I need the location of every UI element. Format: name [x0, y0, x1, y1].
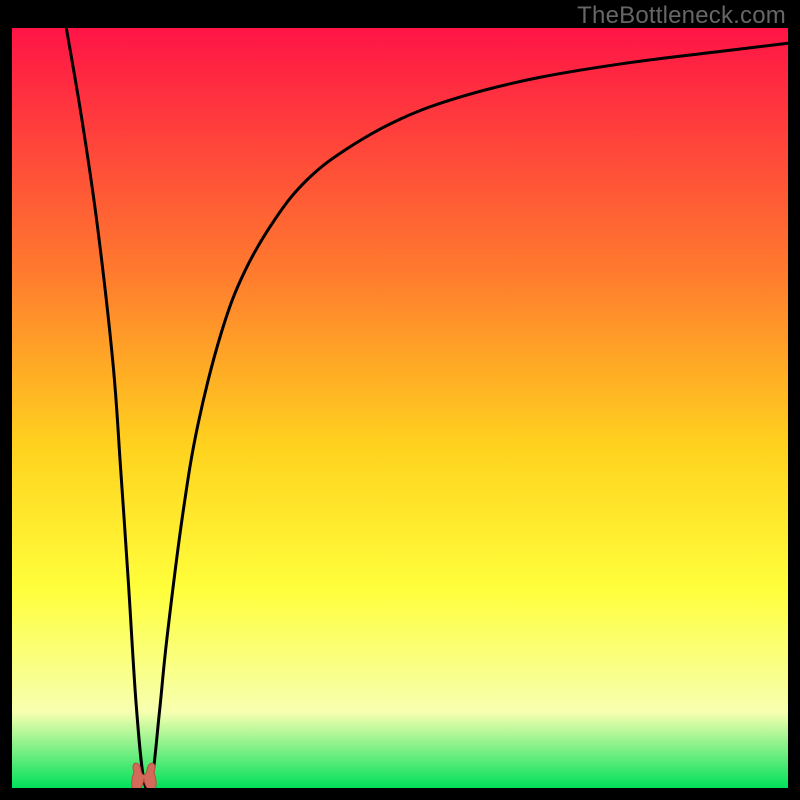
watermark-text: TheBottleneck.com [577, 2, 786, 30]
chart-frame [12, 28, 788, 788]
gradient-background [12, 28, 788, 788]
bottleneck-chart [12, 28, 788, 788]
